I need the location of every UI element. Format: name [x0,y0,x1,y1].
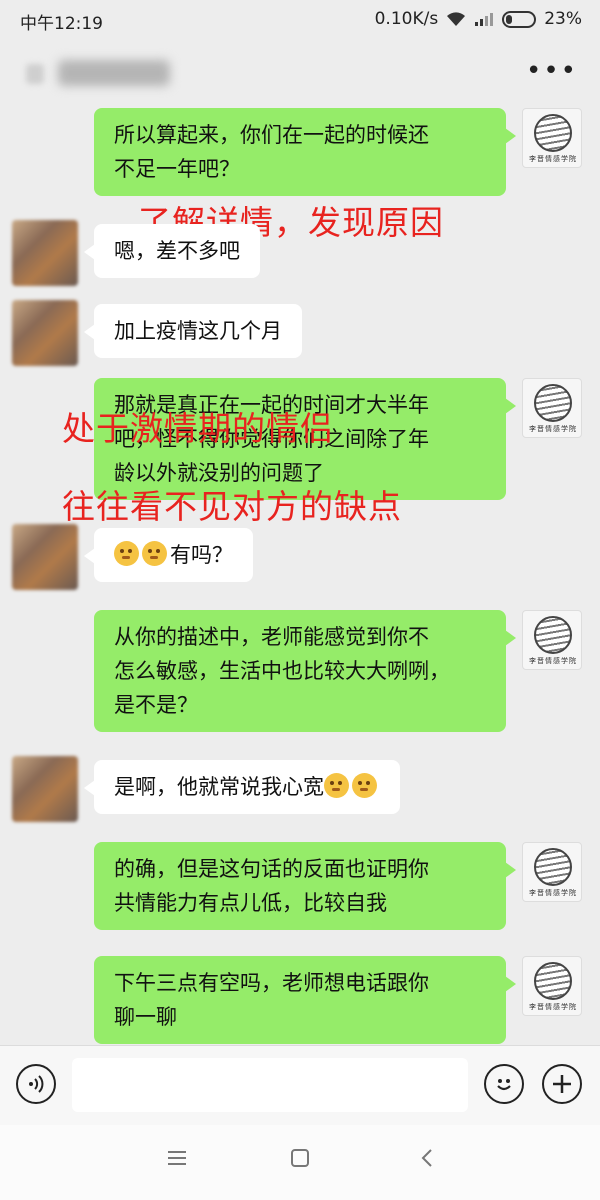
voice-icon [29,1075,44,1093]
logo-label: 李晋情感学院 [529,889,577,897]
voice-button[interactable] [16,1064,56,1104]
annotation-text: 往往看不见对方的缺点 [62,487,402,526]
message-text: 加上疫情这几个月 [114,319,282,343]
chat-header: ••• [0,38,600,108]
status-bar: 中午12:19 0.10K/s 23% [0,0,600,38]
battery-icon [502,10,537,28]
status-time: 中午12:19 [20,14,103,34]
message-line: 共情能力有点儿低，比较自我 [114,891,387,915]
network-speed: 0.10K/s [374,9,439,29]
logo-label: 李晋情感学院 [529,425,577,433]
emoji-button[interactable] [484,1064,524,1104]
teacher-avatar[interactable]: 李晋情感学院 [522,378,582,438]
logo-icon [534,962,572,1000]
message-input[interactable] [72,1058,468,1112]
menu-icon[interactable] [166,1147,188,1169]
message-bubble-received[interactable]: 嗯，差不多吧 [84,224,260,278]
upside-down-smile-icon [352,773,377,798]
message-line: 从你的描述中，老师能感觉到你不 [114,625,429,649]
message-text: 有吗？ [170,543,233,567]
message-line: 不足一年吧？ [114,157,240,181]
message-bubble-sent[interactable]: 下午三点有空吗，老师想电话跟你 聊一聊 [94,956,516,1044]
input-bar [0,1045,600,1125]
message-bubble-sent[interactable]: 的确，但是这句话的反面也证明你 共情能力有点儿低，比较自我 [94,842,516,930]
user-avatar[interactable] [12,220,78,286]
smiley-icon [497,1079,511,1091]
message-text: 嗯，差不多吧 [114,239,240,263]
battery-fill [506,14,513,24]
message-line: 是不是？ [114,693,198,717]
teacher-avatar[interactable]: 李晋情感学院 [522,956,582,1016]
home-icon[interactable] [289,1147,311,1169]
annotation-text: 处于激情期的情侣 [62,409,334,448]
user-avatar[interactable] [12,524,78,590]
logo-label: 李晋情感学院 [529,155,577,163]
logo-icon [534,114,572,152]
message-line: 聊一聊 [114,1005,177,1029]
signal-icon [475,13,494,26]
add-button[interactable] [542,1064,582,1104]
message-line: 怎么敏感，生活中也比较大大咧咧， [114,659,450,683]
teacher-avatar[interactable]: 李晋情感学院 [522,108,582,168]
message-bubble-received[interactable]: 加上疫情这几个月 [84,304,302,358]
message-line: 下午三点有空吗，老师想电话跟你 [114,971,429,995]
logo-icon [534,384,572,422]
message-bubble-received[interactable]: 是啊，他就常说我心宽 [84,760,400,814]
pleading-face-icon [114,541,139,566]
more-options-button[interactable]: ••• [526,56,578,86]
status-right: 0.10K/s 23% [375,9,582,29]
logo-label: 李晋情感学院 [529,657,577,665]
teacher-avatar[interactable]: 李晋情感学院 [522,610,582,670]
message-bubble-received[interactable]: 有吗？ [84,528,253,582]
contact-name-blurred[interactable] [18,52,178,90]
message-line: 所以算起来，你们在一起的时候还 [114,123,429,147]
logo-icon [534,616,572,654]
message-bubble-sent[interactable]: 从你的描述中，老师能感觉到你不 怎么敏感，生活中也比较大大咧咧， 是不是？ [94,610,516,732]
message-line: 的确，但是这句话的反面也证明你 [114,857,429,881]
message-bubble-sent[interactable]: 所以算起来，你们在一起的时候还 不足一年吧？ [94,108,516,196]
blur-block [58,60,170,86]
user-avatar[interactable] [12,300,78,366]
upside-down-smile-icon [324,773,349,798]
pleading-face-icon [142,541,167,566]
battery-percent: 23% [544,9,582,29]
logo-icon [534,848,572,886]
user-avatar[interactable] [12,756,78,822]
plus-icon [553,1075,571,1093]
logo-label: 李晋情感学院 [529,1003,577,1011]
system-nav-bar [0,1125,600,1200]
message-text: 是啊，他就常说我心宽 [114,775,324,799]
teacher-avatar[interactable]: 李晋情感学院 [522,842,582,902]
blur-block [26,64,44,84]
chat-area[interactable]: 所以算起来，你们在一起的时候还 不足一年吧？ 李晋情感学院 了解详情，发现原因 … [0,108,600,1045]
back-icon[interactable] [416,1147,438,1169]
wifi-icon [447,12,466,26]
